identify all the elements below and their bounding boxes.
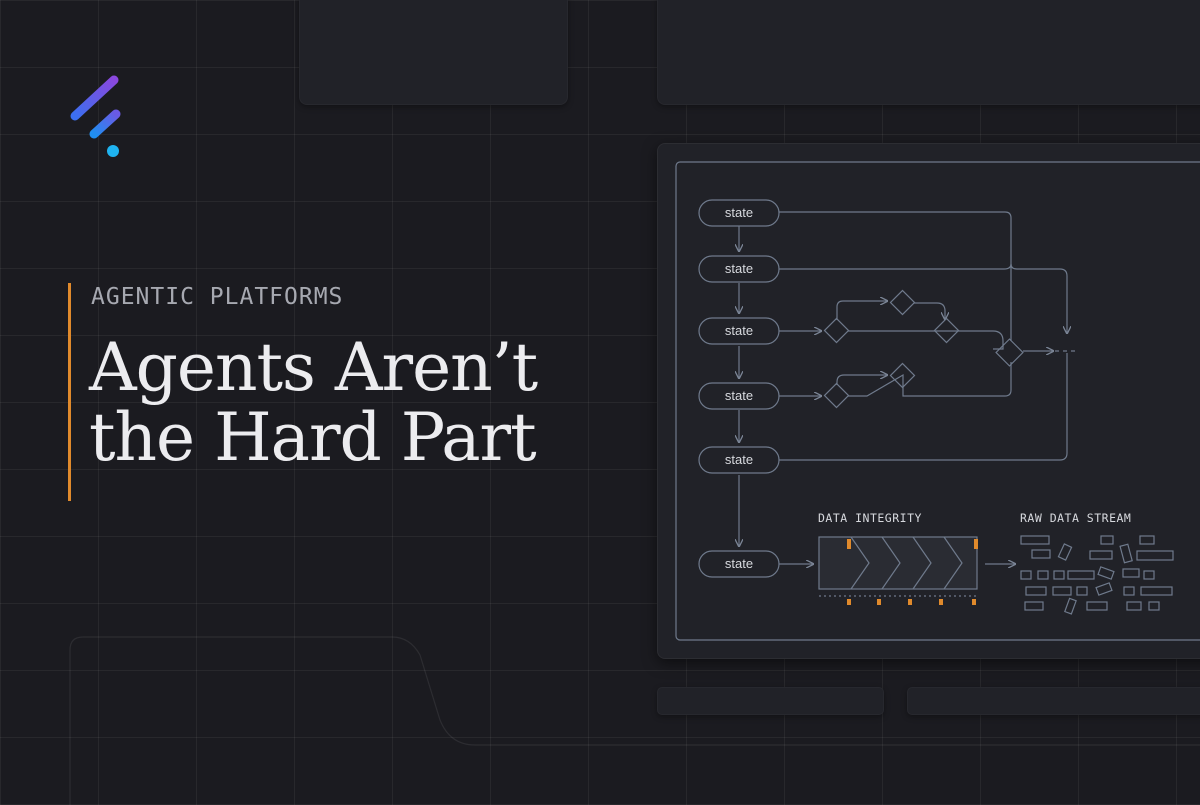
decision-node <box>889 289 916 316</box>
raw-data-stream-blocks <box>1020 535 1174 615</box>
data-integrity-label: DATA INTEGRITY <box>818 511 922 525</box>
state-label: state <box>725 261 753 276</box>
page-title: Agents Aren’t the Hard Part <box>89 329 538 476</box>
decision-node <box>823 382 850 409</box>
state-flow-diagram: state state state state state state DATA… <box>675 161 1200 641</box>
state-label: state <box>725 323 753 338</box>
raw-data-stream-label: RAW DATA STREAM <box>1020 511 1131 525</box>
merge-node <box>995 338 1024 367</box>
state-label: state <box>725 388 753 403</box>
state-label: state <box>725 556 753 571</box>
eyebrow-label: AGENTIC PLATFORMS <box>91 284 344 310</box>
state-label: state <box>725 452 753 467</box>
title-line-1: Agents Aren’t <box>89 329 538 406</box>
title-line-2: the Hard Part <box>89 399 537 476</box>
brand-logo-icon <box>70 75 121 157</box>
state-label: state <box>725 205 753 220</box>
accent-bar <box>68 283 71 501</box>
decision-node <box>823 317 850 344</box>
data-integrity-block <box>818 536 978 590</box>
